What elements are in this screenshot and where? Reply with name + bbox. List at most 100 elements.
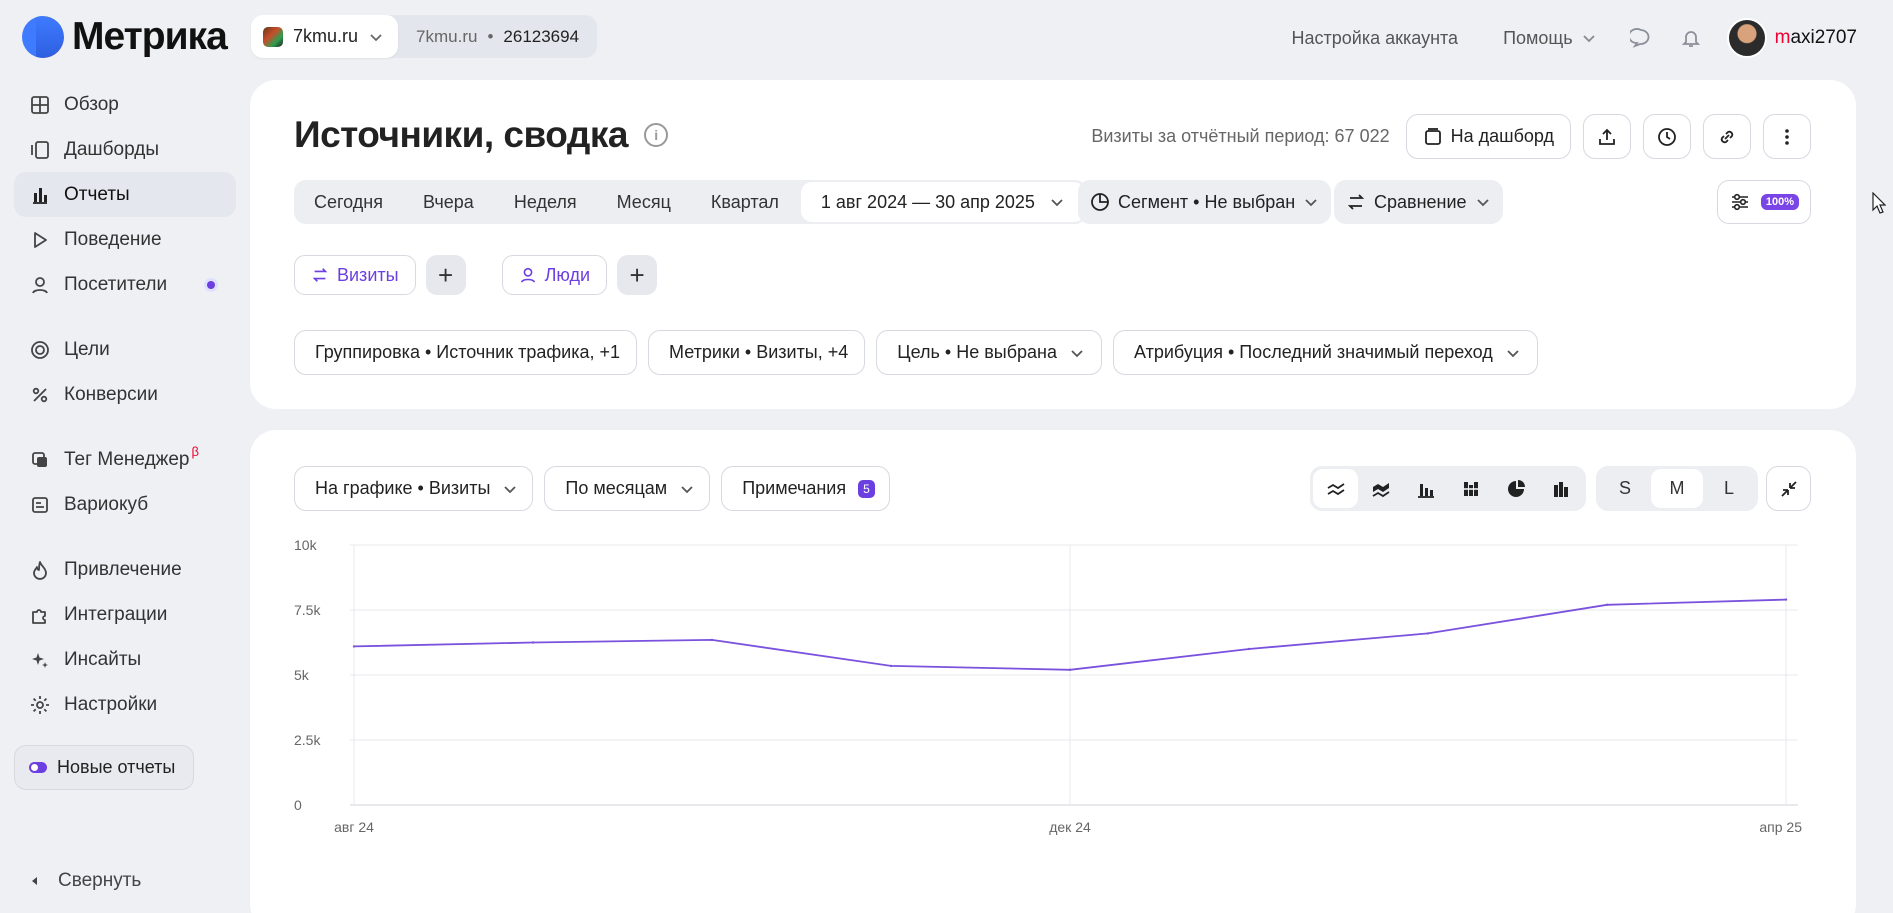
copy-link-button[interactable]	[1703, 114, 1751, 159]
chevron-down-icon	[370, 33, 382, 41]
stacked-area-icon[interactable]	[1358, 469, 1403, 508]
metrika-logo[interactable]: Метрика	[22, 14, 228, 60]
sidebar-item-label: Настройки	[64, 693, 158, 715]
period-month[interactable]: Месяц	[597, 180, 691, 224]
period-today[interactable]: Сегодня	[294, 180, 403, 224]
chart-metric-label: На графике • Визиты	[315, 478, 491, 498]
counter-site-dropdown[interactable]: 7kmu.ru	[251, 15, 399, 58]
bell-icon[interactable]	[1677, 24, 1705, 52]
sidebar-item-goals[interactable]: Цели	[14, 327, 236, 372]
chevron-down-icon	[1476, 199, 1489, 207]
sidebar-item-acquisition[interactable]: Привлечение	[14, 547, 236, 592]
sidebar-item-label: Привлечение	[64, 558, 182, 580]
grouping-filter[interactable]: Группировка • Источник трафика, +1	[294, 330, 638, 375]
goal-filter[interactable]: Цель • Не выбрана	[876, 330, 1102, 375]
bar-chart-icon[interactable]	[1403, 469, 1448, 508]
counter-selector[interactable]: 7kmu.ru 7kmu.ru • 26123694	[251, 15, 598, 58]
add-metric-button[interactable]: +	[425, 255, 466, 295]
chip-visits[interactable]: Визиты	[294, 255, 416, 295]
more-button[interactable]	[1763, 114, 1811, 159]
chevron-down-icon	[681, 485, 693, 493]
line-chart-icon[interactable]	[1313, 469, 1358, 508]
sidebar-item-reports[interactable]: Отчеты	[14, 172, 236, 217]
date-range-picker[interactable]: 1 авг 2024 — 30 апр 2025	[800, 182, 1085, 222]
visits-icon	[312, 268, 328, 282]
sidebar-item-label: Поведение	[64, 228, 162, 250]
history-button[interactable]	[1643, 114, 1691, 159]
chart-size-selector: S M L	[1596, 466, 1758, 511]
sidebar-item-visitors[interactable]: Посетители	[14, 262, 236, 307]
chart-metric-dropdown[interactable]: На графике • Визиты	[294, 466, 534, 511]
period-week[interactable]: Неделя	[494, 180, 597, 224]
x-tick-label: апр 25	[1759, 819, 1802, 835]
column-chart-icon[interactable]	[1538, 469, 1583, 508]
new-indicator-dot	[204, 278, 218, 292]
report-header-card: Источники, сводка i Визиты за отчётный п…	[250, 80, 1856, 409]
chart-card: На графике • Визиты По месяцам Примечани…	[250, 430, 1856, 913]
sidebar-item-behavior[interactable]: Поведение	[14, 217, 236, 262]
add-to-dashboard-button[interactable]: На дашборд	[1405, 114, 1571, 159]
sidebar-item-settings[interactable]: Настройки	[14, 682, 236, 727]
top-right-bar: Настройка аккаунта Помощь maxi2707	[1292, 14, 1857, 62]
sidebar-item-label: Интеграции	[64, 603, 168, 625]
counter-id: 26123694	[503, 26, 580, 46]
counter-info: 7kmu.ru • 26123694	[398, 15, 597, 58]
size-s-button[interactable]: S	[1599, 469, 1651, 508]
info-icon[interactable]: i	[643, 123, 668, 147]
segment-label: Сегмент • Не выбран	[1118, 191, 1296, 212]
notes-button[interactable]: Примечания 5	[721, 466, 890, 511]
pie-chart-icon[interactable]	[1493, 469, 1538, 508]
help-menu[interactable]: Помощь	[1503, 28, 1597, 49]
data-point	[1426, 632, 1430, 635]
collapse-sidebar-button[interactable]: Свернуть	[30, 870, 141, 892]
size-m-button[interactable]: M	[1651, 469, 1703, 508]
export-button[interactable]	[1583, 114, 1631, 159]
sidebar-item-dashboards[interactable]: Дашборды	[14, 127, 236, 172]
y-tick-label: 0	[294, 797, 302, 813]
user-name-first-letter: m	[1774, 27, 1791, 48]
metric-chips: Визиты + Люди +	[294, 255, 658, 295]
attribution-filter[interactable]: Атрибуция • Последний значимый переход	[1113, 330, 1538, 375]
chip-people[interactable]: Люди	[501, 255, 608, 295]
toggle-switch-icon	[29, 762, 47, 773]
user-avatar[interactable]	[1726, 18, 1767, 58]
sidebar-item-overview[interactable]: Обзор	[14, 82, 236, 127]
y-tick-label: 5k	[294, 667, 310, 683]
report-settings-button[interactable]: 100%	[1717, 180, 1811, 224]
compare-dropdown[interactable]: Сравнение	[1334, 180, 1503, 224]
collapse-chart-button[interactable]	[1766, 466, 1811, 511]
sidebar-item-label: Тег Менеджер	[64, 448, 190, 470]
dashboards-icon	[30, 140, 50, 160]
more-vertical-icon	[1785, 128, 1789, 145]
segment-dropdown[interactable]: Сегмент • Не выбран	[1078, 180, 1332, 224]
bar-chart-icon	[30, 185, 50, 205]
dashboard-icon	[1424, 127, 1441, 145]
size-l-button[interactable]: L	[1703, 469, 1755, 508]
sidebar-item-insights[interactable]: Инсайты	[14, 637, 236, 682]
account-settings-link[interactable]: Настройка аккаунта	[1292, 28, 1459, 49]
counter-site-name: 7kmu.ru	[293, 26, 359, 46]
sidebar-item-variocube[interactable]: Вариокуб	[14, 482, 236, 527]
gear-icon	[30, 695, 50, 715]
sidebar-item-conversions[interactable]: Конверсии	[14, 372, 236, 417]
metrics-filter[interactable]: Метрики • Визиты, +4	[648, 330, 866, 375]
new-reports-toggle[interactable]: Новые отчеты	[14, 745, 195, 790]
counter-site-short: 7kmu.ru	[416, 26, 478, 46]
notes-label: Примечания	[742, 478, 847, 498]
chat-icon[interactable]	[1627, 24, 1655, 52]
visits-line-chart: 0 2.5k 5k 7.5k 10k авг 24 дек 24 апр 25	[294, 537, 1802, 835]
data-point	[1605, 603, 1609, 606]
stacked-bar-icon[interactable]	[1448, 469, 1493, 508]
sidebar-item-integrations[interactable]: Интеграции	[14, 592, 236, 637]
sidebar-item-tag-manager[interactable]: Тег Менеджер β	[14, 437, 236, 482]
period-quarter[interactable]: Квартал	[691, 180, 799, 224]
user-name[interactable]: maxi2707	[1775, 27, 1857, 49]
visits-total: Визиты за отчётный период: 67 022	[1091, 126, 1390, 146]
chart-period-dropdown[interactable]: По месяцам	[544, 466, 711, 511]
data-point	[1784, 598, 1788, 601]
beta-mark: β	[191, 444, 199, 459]
sidebar-item-label: Обзор	[64, 93, 119, 115]
add-dimension-button[interactable]: +	[617, 255, 658, 295]
user-name-rest: axi2707	[1790, 27, 1857, 48]
period-yesterday[interactable]: Вчера	[403, 180, 494, 224]
